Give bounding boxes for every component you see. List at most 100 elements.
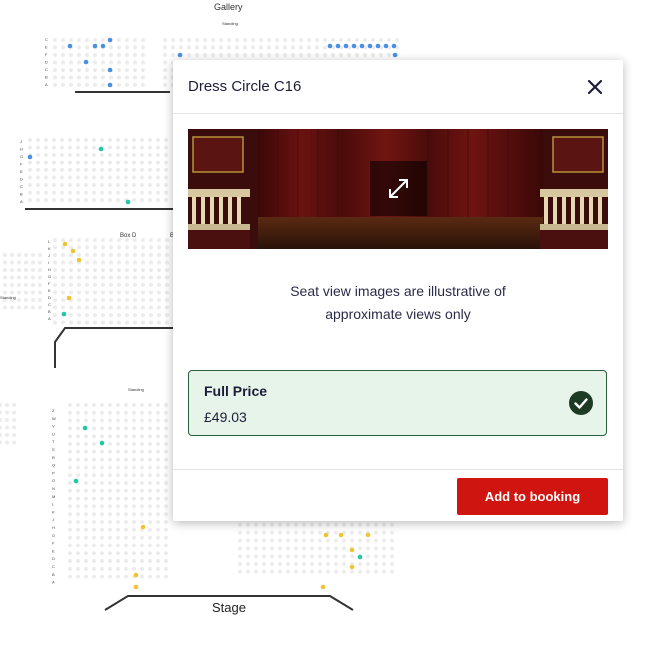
seat-available[interactable] — [349, 564, 355, 570]
seat-unavailable — [93, 60, 97, 65]
seat-unavailable — [69, 268, 73, 272]
seat-available[interactable] — [82, 425, 88, 431]
seat-unavailable — [101, 60, 105, 65]
seat-available[interactable] — [125, 199, 131, 205]
seat-unavailable — [140, 190, 144, 195]
seat-available[interactable] — [107, 82, 113, 88]
seat-available[interactable] — [327, 43, 333, 49]
seat-unavailable — [61, 53, 65, 57]
seat-available[interactable] — [375, 43, 381, 49]
seat-available[interactable] — [338, 532, 344, 538]
seat-available[interactable] — [83, 59, 89, 65]
seat-unavailable — [132, 418, 136, 423]
seat-unavailable — [85, 75, 89, 80]
add-to-booking-button[interactable]: Add to booking — [457, 478, 608, 515]
seat-unavailable — [101, 283, 105, 287]
price-option-full-price[interactable]: Full Price £49.03 — [188, 370, 607, 436]
seat-available[interactable] — [367, 43, 373, 49]
seat-available[interactable] — [107, 37, 113, 43]
seat-available[interactable] — [335, 43, 341, 49]
stalls-row-letter: E — [52, 548, 55, 553]
seat-available[interactable] — [349, 547, 355, 553]
seat-unavailable — [77, 83, 81, 87]
seat-available[interactable] — [67, 43, 73, 49]
seat-available[interactable] — [66, 295, 72, 301]
seat-unavailable — [286, 554, 290, 559]
seat-unavailable — [246, 562, 250, 566]
seat-available[interactable] — [92, 43, 98, 49]
close-button[interactable] — [581, 73, 609, 101]
seat-available[interactable] — [343, 43, 349, 49]
seat-available[interactable] — [107, 67, 113, 73]
seat-available[interactable] — [61, 311, 67, 317]
seat-available[interactable] — [357, 554, 363, 560]
seat-unavailable — [108, 496, 112, 501]
seat-available[interactable] — [62, 241, 68, 247]
seat-unavailable — [116, 198, 120, 202]
expand-image-button[interactable] — [370, 161, 427, 216]
seat-unavailable — [77, 298, 81, 302]
seat-unavailable — [93, 305, 97, 310]
seat-unavailable — [3, 268, 7, 272]
seat-unavailable — [133, 305, 137, 310]
seat-unavailable — [163, 83, 167, 87]
seat-available[interactable] — [133, 584, 139, 590]
seat-unavailable — [334, 523, 338, 527]
seat-available[interactable] — [323, 532, 329, 538]
seat-unavailable — [164, 434, 168, 439]
seat-unavailable — [390, 562, 394, 566]
seat-unavailable — [156, 543, 160, 548]
seat-available[interactable] — [99, 440, 105, 446]
seat-unavailable — [76, 403, 80, 407]
seat-available[interactable] — [140, 524, 146, 530]
seat-available[interactable] — [392, 52, 398, 58]
seat-available[interactable] — [98, 146, 104, 152]
seat-unavailable — [76, 465, 80, 470]
seat-unavailable — [156, 457, 160, 462]
seat-unavailable — [124, 512, 128, 517]
seat-unavailable — [108, 488, 112, 493]
stalls-row-letter: Q — [52, 463, 55, 468]
seat-unavailable — [61, 275, 65, 280]
seat-unavailable — [156, 426, 160, 431]
seat-unavailable — [203, 38, 207, 42]
seat-unavailable — [108, 138, 112, 142]
seat-unavailable — [44, 145, 48, 150]
seat-unavailable — [69, 320, 73, 325]
seat-unavailable — [84, 198, 88, 202]
seat-unavailable — [36, 175, 40, 180]
seat-available[interactable] — [76, 257, 82, 263]
seat-unavailable — [124, 410, 128, 415]
seat-available[interactable] — [391, 43, 397, 49]
seat-unavailable — [61, 75, 65, 80]
seat-available[interactable] — [320, 584, 326, 590]
seat-available[interactable] — [70, 248, 76, 254]
seat-unavailable — [374, 530, 378, 535]
seat-unavailable — [0, 433, 2, 437]
seat-unavailable — [358, 523, 362, 527]
seat-available[interactable] — [351, 43, 357, 49]
seat-available[interactable] — [365, 532, 371, 538]
seat-unavailable — [132, 551, 136, 556]
seat-available[interactable] — [27, 154, 33, 160]
seat-unavailable — [148, 457, 152, 462]
seat-unavailable — [108, 168, 112, 172]
seat-available[interactable] — [177, 52, 183, 58]
seat-available[interactable] — [383, 43, 389, 49]
seat-unavailable — [267, 45, 271, 50]
seat-unavailable — [164, 520, 168, 524]
gallery-row-letter: F — [45, 52, 48, 57]
seat-unavailable — [148, 512, 152, 517]
seat-available[interactable] — [100, 43, 106, 49]
seat-available[interactable] — [359, 43, 365, 49]
seat-unavailable — [44, 160, 48, 165]
seat-unavailable — [238, 538, 242, 543]
seat-unavailable — [76, 410, 80, 415]
seat-unavailable — [163, 75, 167, 80]
seat-unavailable — [124, 465, 128, 470]
seat-unavailable — [132, 434, 136, 439]
seat-unavailable — [254, 523, 258, 527]
seat-unavailable — [12, 433, 16, 437]
seat-available[interactable] — [73, 478, 79, 484]
seat-available[interactable] — [133, 572, 139, 578]
